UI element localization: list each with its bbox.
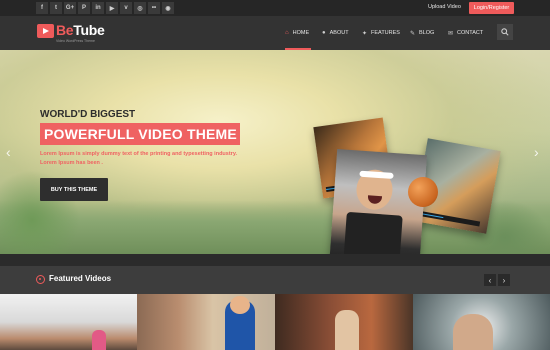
logo-be: Be: [56, 22, 74, 38]
video-thumbnail[interactable]: [413, 294, 550, 350]
nav-home[interactable]: ⌂ HOME: [285, 16, 309, 50]
buy-theme-button[interactable]: BUY THIS THEME: [40, 178, 108, 201]
slider-next-arrow-icon[interactable]: ›: [534, 144, 539, 160]
video-thumbnail[interactable]: [0, 294, 137, 350]
vimeo-icon[interactable]: v: [120, 2, 132, 14]
social-links: f t G+ P in ▶ v ◎ •• ◉: [36, 2, 174, 14]
search-icon: [501, 28, 509, 36]
github-icon[interactable]: ◉: [162, 2, 174, 14]
dribbble-icon[interactable]: ◎: [134, 2, 146, 14]
google-plus-icon[interactable]: G+: [64, 2, 76, 14]
pinterest-icon[interactable]: P: [78, 2, 90, 14]
nav-contact-label: CONTACT: [457, 30, 484, 36]
main-header: BeTube Video WordPress Theme ⌂ HOME ● AB…: [0, 16, 550, 50]
hero-headline: POWERFULL VIDEO THEME: [44, 126, 237, 142]
person-face: [230, 296, 250, 314]
magic-wand-icon: ✦: [362, 30, 368, 37]
nav-contact[interactable]: ✉ CONTACT: [448, 16, 483, 50]
top-bar: f t G+ P in ▶ v ◎ •• ◉ Upload Video Logi…: [0, 0, 550, 16]
section-gap: [0, 254, 550, 266]
video-thumbnail[interactable]: [275, 294, 413, 350]
chevron-left-icon: ‹: [488, 275, 492, 285]
slider-prev-arrow-icon[interactable]: ‹: [6, 144, 11, 160]
hero-description: Lorem Ipsum is simply dummy text of the …: [40, 151, 238, 166]
nav-about-label: ABOUT: [329, 30, 349, 36]
twitter-icon[interactable]: t: [50, 2, 62, 14]
envelope-icon: ✉: [448, 30, 454, 37]
featured-next-button[interactable]: ›: [498, 274, 510, 286]
nav-blog-label: BLOG: [419, 30, 435, 36]
person-figure: [453, 314, 493, 350]
player-jersey: [343, 211, 403, 254]
linkedin-icon[interactable]: in: [92, 2, 104, 14]
upload-video-link[interactable]: Upload Video: [428, 4, 461, 10]
home-icon: ⌂: [285, 30, 289, 36]
logo-tube: Tube: [73, 22, 105, 38]
person-figure: [335, 310, 359, 350]
logo[interactable]: BeTube: [56, 22, 105, 38]
hero-slider: WORLD'D BIGGEST POWERFULL VIDEO THEME Lo…: [0, 50, 550, 254]
featured-videos-grid: [0, 294, 550, 350]
chevron-right-icon: ›: [502, 275, 506, 285]
logo-play-icon[interactable]: [37, 24, 54, 38]
featured-prev-button[interactable]: ‹: [484, 274, 496, 286]
hero-kicker: WORLD'D BIGGEST: [40, 109, 136, 120]
nav-features[interactable]: ✦ FEATURES: [362, 16, 400, 50]
edit-icon: ✎: [410, 30, 416, 37]
nav-home-label: HOME: [292, 30, 310, 36]
hero-headline-box: POWERFULL VIDEO THEME: [40, 123, 240, 145]
logo-tagline: Video WordPress Theme: [56, 39, 95, 43]
nav-blog[interactable]: ✎ BLOG: [410, 16, 434, 50]
nav-about[interactable]: ● ABOUT: [322, 16, 349, 50]
basketball-image: [408, 177, 438, 207]
video-thumbnail[interactable]: [137, 294, 275, 350]
facebook-icon[interactable]: f: [36, 2, 48, 14]
youtube-icon[interactable]: ▶: [106, 2, 118, 14]
login-register-button[interactable]: Login/Register: [469, 2, 514, 14]
featured-videos-title: Featured Videos: [49, 274, 112, 283]
person-figure: [92, 330, 106, 350]
page: f t G+ P in ▶ v ◎ •• ◉ Upload Video Logi…: [0, 0, 550, 350]
nav-features-label: FEATURES: [371, 30, 400, 36]
user-icon: ●: [322, 30, 326, 36]
search-button[interactable]: [497, 24, 513, 40]
flickr-icon[interactable]: ••: [148, 2, 160, 14]
record-icon: [36, 275, 45, 284]
featured-videos-header: Featured Videos ‹ ›: [0, 266, 550, 294]
